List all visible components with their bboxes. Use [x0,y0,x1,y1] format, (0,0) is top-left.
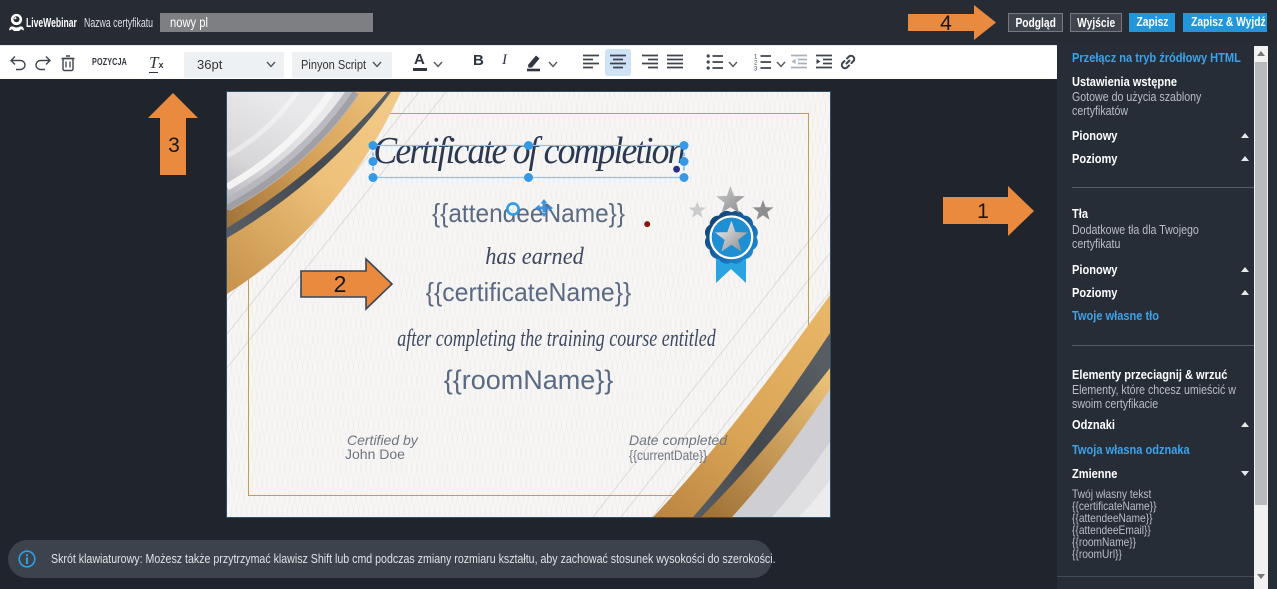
svg-text:1: 1 [977,200,989,223]
svg-text:4: 4 [940,12,952,35]
svg-text:3: 3 [168,134,180,157]
svg-text:3: 3 [754,67,758,72]
svg-text:2: 2 [334,271,347,297]
